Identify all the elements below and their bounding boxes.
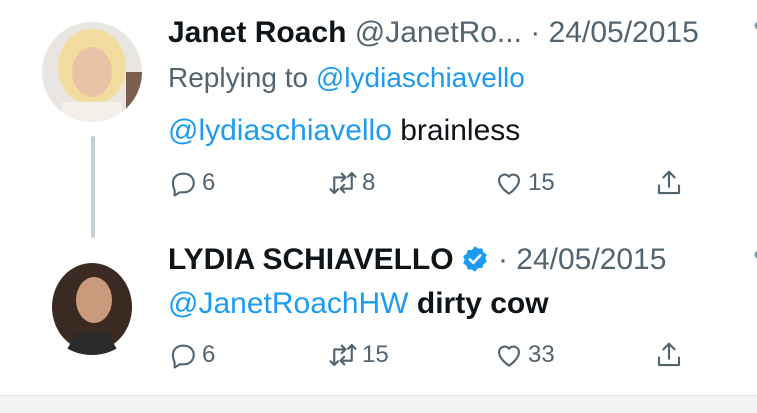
- like-icon: [497, 345, 521, 367]
- reply-button[interactable]: 6: [168, 340, 215, 370]
- like-count: 15: [528, 169, 555, 196]
- reply-icon: [171, 172, 195, 197]
- share-button[interactable]: [654, 168, 684, 198]
- tweet-header: Janet Roach @JanetRo... · 24/05/2015: [168, 16, 699, 50]
- share-button[interactable]: [654, 340, 684, 370]
- tweet-date[interactable]: 24/05/2015: [516, 243, 666, 276]
- verified-badge-icon: [462, 246, 487, 272]
- action-bar: 6 15 33: [168, 340, 688, 374]
- retweet-count: 8: [362, 169, 376, 196]
- tweet-header: LYDIA SCHIAVELLO · 24/05/2015: [168, 243, 666, 277]
- like-count: 33: [528, 341, 555, 368]
- more-options-icon[interactable]: •: [753, 239, 757, 271]
- separator-dot: ·: [530, 16, 541, 49]
- reply-count: 6: [202, 341, 216, 368]
- like-button[interactable]: 33: [494, 340, 555, 370]
- display-name[interactable]: LYDIA SCHIAVELLO: [168, 243, 454, 276]
- like-button[interactable]: 15: [494, 168, 555, 198]
- share-icon: [657, 170, 681, 195]
- replying-to-line: Replying to @lydiaschiavello: [168, 62, 525, 94]
- mention-link[interactable]: @lydiaschiavello: [168, 114, 392, 147]
- retweet-button[interactable]: 15: [328, 340, 389, 370]
- reply-button[interactable]: 6: [168, 168, 215, 198]
- retweet-icon: [329, 343, 357, 367]
- tweet[interactable]: Janet Roach @JanetRo... · 24/05/2015 • R…: [0, 0, 757, 238]
- mention-link[interactable]: @JanetRoachHW: [168, 287, 409, 320]
- footer-divider: [0, 395, 757, 413]
- tweet-date[interactable]: 24/05/2015: [549, 16, 699, 49]
- avatar[interactable]: [42, 22, 142, 122]
- separator-dot: ·: [497, 243, 508, 276]
- replying-to-mention[interactable]: @lydiaschiavello: [316, 62, 525, 93]
- tweet-body: dirty cow: [408, 287, 549, 320]
- action-bar: 6 8 15: [168, 168, 688, 202]
- tweet-text: @JanetRoachHW dirty cow: [168, 287, 549, 321]
- retweet-button[interactable]: 8: [328, 168, 375, 198]
- retweet-count: 15: [362, 341, 389, 368]
- share-icon: [657, 342, 681, 367]
- more-options-icon[interactable]: •: [753, 10, 757, 42]
- reply-count: 6: [202, 169, 216, 196]
- tweet-body: brainless: [391, 114, 521, 147]
- like-icon: [497, 173, 521, 195]
- tweet[interactable]: LYDIA SCHIAVELLO · 24/05/2015 • @JanetRo…: [0, 235, 757, 395]
- tweet-text: @lydiaschiavello brainless: [168, 114, 520, 148]
- avatar[interactable]: [42, 255, 142, 355]
- replying-prefix: Replying to: [168, 62, 316, 93]
- reply-icon: [171, 344, 195, 369]
- retweet-icon: [329, 171, 357, 195]
- user-handle[interactable]: @JanetRo...: [355, 16, 522, 49]
- display-name[interactable]: Janet Roach: [168, 16, 346, 49]
- thread-connector-line: [91, 136, 95, 238]
